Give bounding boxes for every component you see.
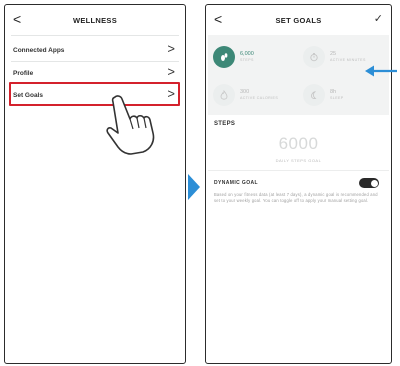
wellness-screen: < WELLNESS Connected Apps > Profile > Se…	[4, 4, 186, 364]
goal-label: SLEEP	[330, 96, 344, 100]
menu-item-label: Profile	[13, 69, 34, 77]
steps-heading: STEPS	[214, 121, 236, 127]
goal-sleep[interactable]: 8h SLEEP	[303, 77, 383, 113]
chevron-right-icon: >	[167, 41, 175, 56]
goal-value: 8h	[330, 89, 337, 95]
menu-item-label: Connected Apps	[13, 46, 65, 54]
arrow-left-icon	[365, 65, 397, 77]
back-chevron-icon[interactable]: <	[214, 12, 226, 26]
chevron-right-icon: >	[167, 64, 175, 79]
hand-pointer-icon	[106, 95, 155, 155]
divider	[208, 170, 389, 171]
back-chevron-icon[interactable]: <	[13, 12, 25, 26]
set-goals-screen: < SET GOALS ✓ 6,000 STEPS 25 ACTIVE MINU…	[205, 4, 392, 364]
wellness-header: < WELLNESS	[5, 5, 185, 35]
goal-value: 6,000	[240, 51, 254, 57]
steps-goal-caption: DAILY STEPS GOAL	[275, 158, 322, 163]
steps-icon	[213, 46, 235, 68]
goal-active-calories[interactable]: 300 ACTIVE CALORIES	[213, 77, 293, 113]
goal-label: ACTIVE MINUTES	[330, 58, 366, 62]
triangle-right-icon	[188, 174, 200, 200]
goals-summary: 6,000 STEPS 25 ACTIVE MINUTES 300 ACTIVE…	[208, 35, 389, 115]
goal-value: 25	[330, 51, 337, 57]
divider	[11, 35, 179, 36]
dynamic-goal-toggle[interactable]	[359, 178, 379, 188]
stopwatch-icon	[303, 46, 325, 68]
goal-steps[interactable]: 6,000 STEPS	[213, 39, 293, 75]
dynamic-goal-heading: DYNAMIC GOAL	[214, 180, 258, 186]
check-icon[interactable]: ✓	[374, 12, 383, 26]
page-title: WELLNESS	[72, 15, 118, 25]
flame-icon	[213, 84, 235, 106]
menu-item-connected-apps[interactable]: Connected Apps >	[5, 39, 185, 61]
dynamic-goal-description: Based on your fitness data (at least 7 d…	[214, 192, 378, 203]
page-title: SET GOALS	[275, 15, 322, 25]
goal-label: STEPS	[240, 58, 254, 62]
moon-icon	[303, 84, 325, 106]
steps-goal-value[interactable]: 6000	[206, 134, 391, 154]
toggle-knob	[370, 179, 378, 187]
goal-value: 300	[240, 89, 250, 95]
menu-item-profile[interactable]: Profile >	[5, 62, 185, 84]
set-goals-header: < SET GOALS ✓	[206, 5, 391, 35]
goal-label: ACTIVE CALORIES	[240, 96, 279, 100]
